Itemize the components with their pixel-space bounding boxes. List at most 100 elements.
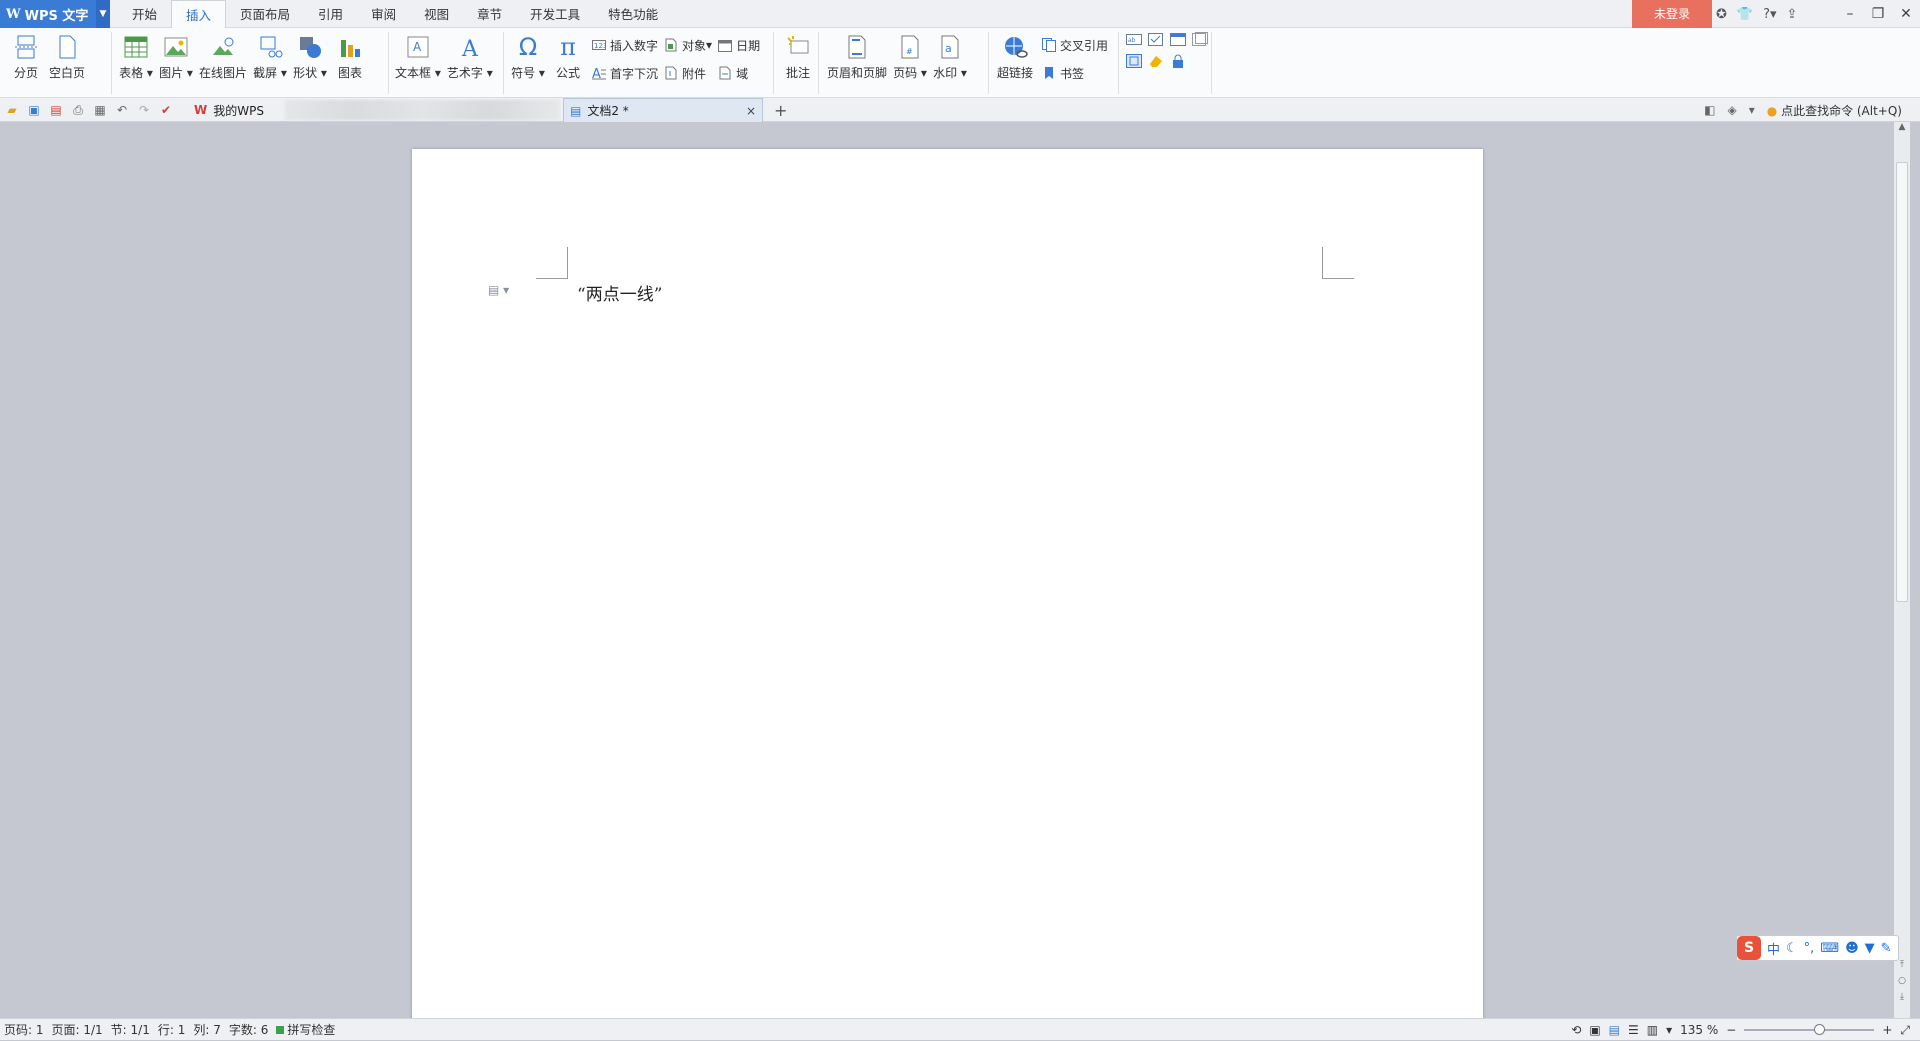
close-icon[interactable]: × bbox=[746, 104, 756, 118]
field-button[interactable]: 域 bbox=[718, 62, 760, 84]
ime-toolbar[interactable]: S 中 ☾ °, ⌨ ☻ ▼ ✎ bbox=[1736, 935, 1899, 961]
help-icon[interactable]: ?▾ bbox=[1763, 7, 1776, 22]
tab-document[interactable]: ▤ 文档2 * × bbox=[563, 98, 763, 122]
new-tab-icon[interactable]: + bbox=[768, 98, 793, 122]
ime-mode[interactable]: 中 bbox=[1767, 939, 1780, 958]
print-icon[interactable]: ⎙ bbox=[70, 102, 86, 118]
pdf-icon[interactable]: ▤ bbox=[48, 102, 64, 118]
drop-cap-button[interactable]: A 首字下沉 bbox=[592, 62, 658, 84]
header-footer-group: 页眉和页脚 # 页码 ▾ a 水印 ▾ bbox=[824, 32, 970, 94]
wrench-icon[interactable]: ✎ bbox=[1881, 941, 1892, 956]
fit-page-icon[interactable]: ⤢ bbox=[1900, 1023, 1910, 1038]
redo-icon[interactable]: ↷ bbox=[136, 102, 152, 118]
attachment-button[interactable]: 附件 bbox=[664, 62, 712, 84]
zoom-value[interactable]: 135 % bbox=[1680, 1023, 1718, 1037]
settings-icon[interactable]: ▾ bbox=[1749, 103, 1755, 117]
shirt-icon[interactable]: 👕 bbox=[1737, 7, 1753, 22]
properties-icon[interactable] bbox=[1192, 32, 1208, 46]
zoom-out-icon[interactable]: − bbox=[1726, 1023, 1736, 1037]
restore-icon[interactable]: ❐ bbox=[1864, 0, 1892, 28]
document-text[interactable]: “两点一线” bbox=[577, 280, 662, 305]
shirt-icon[interactable]: ▼ bbox=[1865, 941, 1875, 956]
tab-chapter[interactable]: 章节 bbox=[463, 0, 516, 28]
open-folder-icon[interactable]: ▰ bbox=[4, 102, 20, 118]
object-button[interactable]: 对象 ▾ bbox=[664, 34, 712, 56]
form-field-icon[interactable]: ab bbox=[1126, 32, 1142, 46]
insert-number-label: 插入数字 bbox=[610, 38, 659, 53]
moon-icon[interactable]: ☾ bbox=[1786, 941, 1798, 956]
web-view-icon[interactable]: ▥ bbox=[1647, 1023, 1658, 1037]
next-page-icon[interactable]: ⤓ bbox=[1894, 992, 1910, 1006]
tab-view[interactable]: 视图 bbox=[410, 0, 463, 28]
punctuation-icon[interactable]: °, bbox=[1804, 941, 1815, 956]
cross-reference-icon bbox=[1042, 38, 1057, 52]
online-picture-button[interactable]: 在线图片 bbox=[199, 32, 247, 81]
wordart-button[interactable]: A 艺术字 ▾ bbox=[447, 32, 493, 81]
textbox-button[interactable]: A 文本框 ▾ bbox=[395, 32, 441, 81]
watermark-button[interactable]: a 水印 ▾ bbox=[933, 32, 967, 81]
dropdown-control-icon[interactable] bbox=[1170, 32, 1186, 46]
page-view-icon[interactable]: ▤ bbox=[1609, 1023, 1620, 1037]
cross-reference-button[interactable]: 交叉引用 bbox=[1042, 34, 1108, 56]
tab-special[interactable]: 特色功能 bbox=[594, 0, 672, 28]
equation-button[interactable]: π 公式 bbox=[551, 32, 585, 81]
page-number-button[interactable]: # 页码 ▾ bbox=[893, 32, 927, 81]
history-icon[interactable]: ⟲ bbox=[1571, 1023, 1581, 1037]
print-preview-icon[interactable]: ▦ bbox=[92, 102, 108, 118]
share-icon[interactable]: ◈ bbox=[1727, 103, 1736, 117]
skin-icon[interactable]: ✪ bbox=[1716, 7, 1727, 22]
tab-review[interactable]: 审阅 bbox=[357, 0, 410, 28]
tab-page-layout[interactable]: 页面布局 bbox=[226, 0, 304, 28]
user-icon[interactable]: ☻ bbox=[1845, 941, 1859, 956]
command-search[interactable]: ● 点此查找命令 (Alt+Q) bbox=[1767, 102, 1902, 119]
save-icon[interactable]: ▣ bbox=[26, 102, 42, 118]
eraser-icon[interactable] bbox=[1148, 54, 1164, 68]
tab-home[interactable]: 开始 bbox=[118, 0, 171, 28]
bookmark-button[interactable]: 书签 bbox=[1042, 62, 1108, 84]
layout-icon[interactable]: ◧ bbox=[1704, 103, 1715, 117]
chart-button[interactable]: 图表 bbox=[333, 32, 367, 81]
vertical-scrollbar[interactable]: ▲ ⤒ ○ ⤓ bbox=[1894, 122, 1910, 1018]
scroll-up-icon[interactable]: ▲ bbox=[1894, 122, 1910, 136]
undo-icon[interactable]: ↶ bbox=[114, 102, 130, 118]
select-browse-icon[interactable]: ○ bbox=[1894, 976, 1910, 990]
tab-references[interactable]: 引用 bbox=[304, 0, 357, 28]
spell-check-toggle[interactable]: 拼写检查 bbox=[272, 1021, 339, 1038]
blurred-tab[interactable] bbox=[285, 100, 560, 120]
minimize-icon[interactable]: – bbox=[1836, 0, 1864, 28]
blank-page-button[interactable]: 空白页 bbox=[49, 32, 85, 81]
screenshot-button[interactable]: 截屏 ▾ bbox=[253, 32, 287, 81]
login-button[interactable]: 未登录 bbox=[1632, 0, 1712, 28]
tab-developer[interactable]: 开发工具 bbox=[516, 0, 594, 28]
scrollbar-thumb[interactable] bbox=[1896, 162, 1908, 602]
insert-number-button[interactable]: 123 插入数字 bbox=[592, 34, 658, 56]
keyboard-icon[interactable]: ⌨ bbox=[1820, 941, 1839, 956]
design-mode-icon[interactable] bbox=[1126, 54, 1142, 68]
hyperlink-button[interactable]: 超链接 bbox=[997, 32, 1033, 81]
customize-icon[interactable]: ✔ bbox=[158, 102, 174, 118]
picture-button[interactable]: 图片 ▾ bbox=[159, 32, 193, 81]
eye-protection-icon[interactable]: ▾ bbox=[1666, 1023, 1672, 1037]
status-word-count[interactable]: 字数: 6 bbox=[225, 1021, 273, 1038]
header-footer-button[interactable]: 页眉和页脚 bbox=[827, 32, 887, 81]
zoom-slider[interactable] bbox=[1744, 1024, 1875, 1036]
paragraph-layout-icon[interactable]: ▤ ▾ bbox=[488, 283, 509, 297]
close-icon[interactable]: ✕ bbox=[1892, 0, 1920, 28]
tab-insert[interactable]: 插入 bbox=[171, 0, 227, 28]
app-menu-button[interactable]: W WPS 文字 ▼ bbox=[0, 0, 110, 28]
previous-page-icon[interactable]: ⤒ bbox=[1894, 960, 1910, 974]
outline-view-icon[interactable]: ☰ bbox=[1628, 1023, 1639, 1037]
shape-button[interactable]: 形状 ▾ bbox=[293, 32, 327, 81]
table-button[interactable]: 表格 ▾ bbox=[119, 32, 153, 81]
document-page[interactable]: ▤ ▾ “两点一线” bbox=[412, 149, 1483, 1029]
fullscreen-icon[interactable]: ▣ bbox=[1589, 1023, 1600, 1037]
date-button[interactable]: 日期 bbox=[718, 34, 760, 56]
zoom-in-icon[interactable]: + bbox=[1882, 1023, 1892, 1037]
lock-icon[interactable] bbox=[1170, 54, 1186, 68]
chevron-down-icon[interactable]: ▼ bbox=[96, 0, 110, 28]
checkbox-icon[interactable] bbox=[1148, 32, 1164, 46]
page-break-button[interactable]: 分页 bbox=[9, 32, 43, 81]
upload-icon[interactable]: ⇪ bbox=[1787, 7, 1798, 22]
comment-button[interactable]: 批注 bbox=[781, 32, 815, 81]
symbol-button[interactable]: Ω 符号 ▾ bbox=[511, 32, 545, 81]
